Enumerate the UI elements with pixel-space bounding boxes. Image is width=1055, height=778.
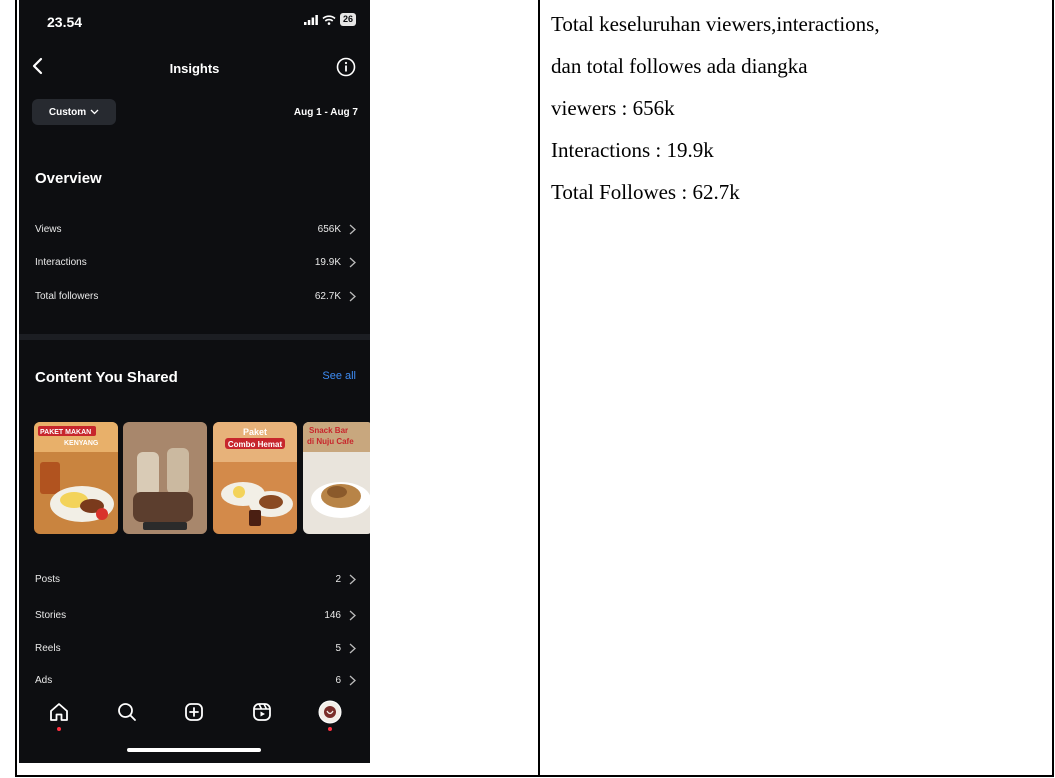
- row-label: Ads: [35, 674, 53, 686]
- date-filter-dropdown[interactable]: Custom: [32, 99, 116, 125]
- info-icon[interactable]: [336, 57, 356, 77]
- chevron-right-icon: [349, 574, 356, 584]
- home-icon: [49, 703, 68, 721]
- content-shared-title: Content You Shared: [35, 369, 178, 386]
- bottom-nav: [19, 692, 370, 732]
- thumb-line1: PAKET MAKAN: [40, 429, 91, 436]
- overview-row-followers[interactable]: Total followers 62.7K: [35, 286, 356, 306]
- content-row-stories[interactable]: Stories 146: [35, 605, 356, 625]
- row-label: Views: [35, 223, 62, 235]
- nav-reels[interactable]: [249, 699, 275, 725]
- row-value: 2: [335, 573, 341, 585]
- date-filter-label: Custom: [48, 106, 87, 118]
- nav-search[interactable]: [114, 699, 140, 725]
- row-label: Reels: [35, 642, 61, 654]
- see-all-link[interactable]: See all: [322, 370, 356, 382]
- thumb-line2: KENYANG: [64, 440, 99, 447]
- notes-line: Total keseluruhan viewers,interactions,: [551, 12, 880, 36]
- chevron-right-icon: [349, 643, 356, 653]
- row-value: 656K: [317, 223, 341, 235]
- notification-dot: [328, 727, 333, 731]
- search-icon: [117, 703, 136, 721]
- notification-dot: [56, 727, 61, 731]
- chevron-down-icon: [90, 109, 99, 115]
- battery-icon: 26: [339, 13, 356, 26]
- row-value: 62.7K: [314, 290, 341, 302]
- content-row-ads[interactable]: Ads 6: [35, 670, 356, 690]
- notes-line: Total Followes : 62.7k: [551, 180, 740, 204]
- profile-avatar: [318, 700, 342, 724]
- content-thumbnail[interactable]: [123, 422, 207, 534]
- nav-create[interactable]: [181, 699, 207, 725]
- row-label: Posts: [35, 573, 61, 585]
- row-label: Interactions: [35, 256, 87, 268]
- notes-line: dan total followes ada diangka: [551, 54, 808, 78]
- row-label: Stories: [35, 609, 67, 621]
- notes-text: Total keseluruhan viewers,interactions, …: [551, 12, 1051, 222]
- create-icon: [185, 703, 204, 721]
- status-time: 23.54: [47, 14, 83, 30]
- content-row-reels[interactable]: Reels 5: [35, 638, 356, 658]
- content-thumbnail[interactable]: Paket Combo Hemat: [213, 422, 297, 534]
- row-value: 5: [335, 642, 341, 654]
- notes-line: viewers : 656k: [551, 96, 675, 120]
- chevron-right-icon: [349, 610, 356, 620]
- row-value: 146: [324, 609, 341, 621]
- content-row-posts[interactable]: Posts 2: [35, 569, 356, 589]
- row-label: Total followers: [35, 290, 99, 302]
- table-divider: [538, 0, 540, 777]
- content-thumbnail[interactable]: PAKET MAKAN KENYANG: [34, 422, 118, 534]
- chevron-right-icon: [349, 291, 356, 301]
- thumb-line2: Combo Hemat: [228, 440, 283, 449]
- nav-profile[interactable]: [317, 699, 343, 731]
- date-range[interactable]: Aug 1 - Aug 7: [294, 107, 358, 118]
- row-value: 6: [335, 674, 341, 686]
- content-thumbnail[interactable]: Snack Bar di Nuju Cafe: [303, 422, 370, 534]
- overview-row-interactions[interactable]: Interactions 19.9K: [35, 252, 356, 272]
- overview-row-views[interactable]: Views 656K: [35, 219, 356, 239]
- chevron-right-icon: [349, 675, 356, 685]
- row-value: 19.9K: [314, 256, 341, 268]
- chevron-right-icon: [349, 257, 356, 267]
- home-indicator: [127, 748, 261, 752]
- chevron-right-icon: [349, 224, 356, 234]
- reels-icon: [253, 703, 272, 721]
- wifi-icon: [322, 14, 336, 25]
- thumb-line1: Paket: [243, 427, 267, 437]
- overview-title: Overview: [35, 170, 102, 187]
- phone-screenshot: 23.54 26 Insights Custom Aug 1 - Aug 7 O…: [19, 0, 370, 763]
- section-separator: [19, 334, 370, 340]
- page-title: Insights: [169, 61, 220, 76]
- thumb-line2: di Nuju Cafe: [307, 437, 354, 446]
- thumb-line1: Snack Bar: [309, 426, 348, 435]
- signal-icon: [303, 14, 318, 25]
- notes-line: Interactions : 19.9k: [551, 138, 714, 162]
- nav-home[interactable]: [46, 699, 72, 731]
- status-icons: 26: [303, 13, 356, 26]
